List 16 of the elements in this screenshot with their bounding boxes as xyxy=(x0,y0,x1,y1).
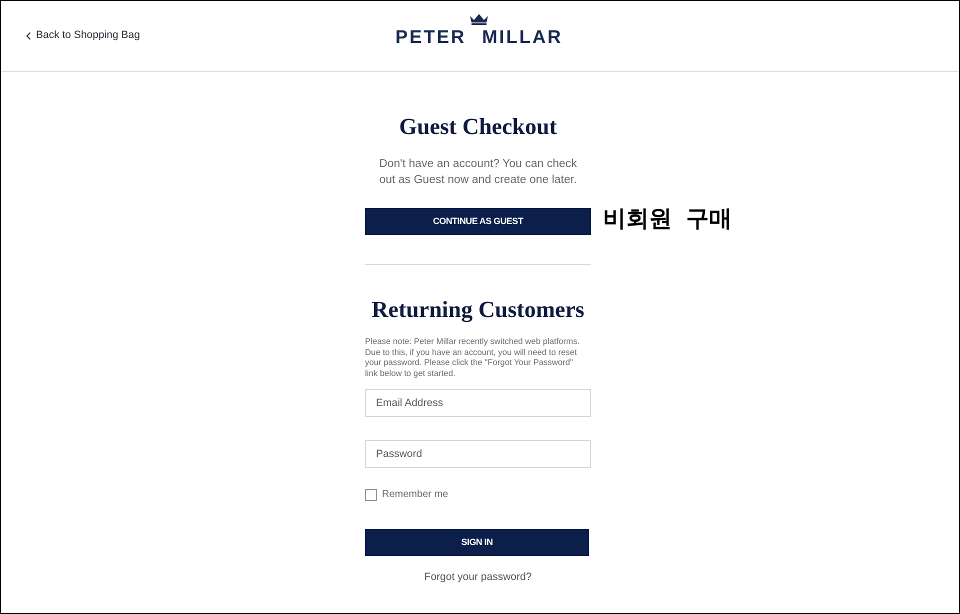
password-reset-note: Please note: Peter Millar recently switched web platforms. Due to this, if you have an account, you will need to reset your password. Please click the "Forgot Your Password" link below to get started. xyxy=(365,336,581,379)
chevron-left-icon xyxy=(26,32,31,40)
annotation-text: 비회원 구매 xyxy=(603,205,732,234)
returning-customers-heading: Returning Customers xyxy=(370,296,586,324)
back-link[interactable]: Back to Shopping Bag xyxy=(26,28,140,44)
guest-checkout-heading: Guest Checkout xyxy=(398,113,558,141)
sign-in-button[interactable]: SIGN IN xyxy=(365,528,589,556)
input-field[interactable]: Password xyxy=(365,440,591,468)
continue-as-guest-button[interactable]: CONTINUE AS GUEST xyxy=(365,208,591,235)
input-field[interactable]: Email Address xyxy=(365,388,591,417)
remember-me-label: Remember me xyxy=(382,488,448,501)
forgot-password-link[interactable]: Forgot your password? xyxy=(424,570,532,584)
brand-logo[interactable]: PETER MILLAR xyxy=(395,28,563,46)
checkbox[interactable] xyxy=(365,488,377,501)
guest-info-text: Don't have an account? You can check out as Guest now and create one later. xyxy=(378,157,578,188)
crown-icon xyxy=(468,13,490,25)
